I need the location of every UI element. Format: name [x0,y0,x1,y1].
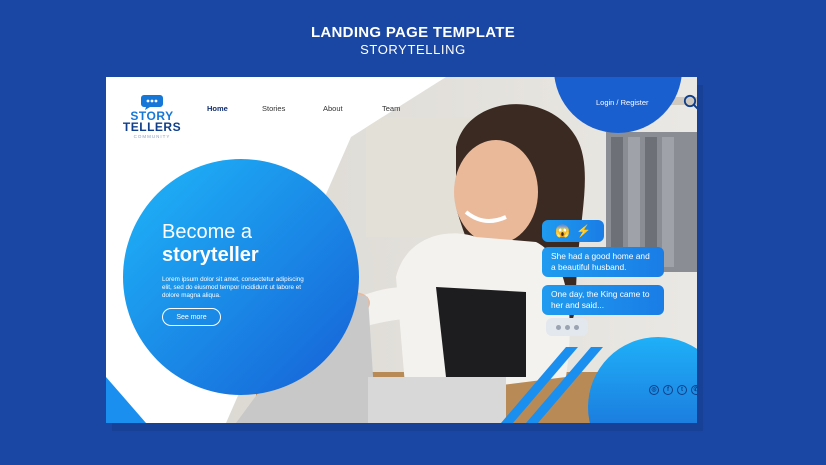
chat-bubble-icon [140,93,164,111]
logo-line-2: TELLERS [122,120,182,134]
login-register-link[interactable]: Login / Register [596,98,649,107]
hero-title: Become a storyteller [162,221,259,267]
page-heading: LANDING PAGE TEMPLATE [310,24,516,41]
chat-message-1: She had a good home and a beautiful husb… [542,247,664,277]
facebook-icon[interactable]: f [663,385,673,395]
see-more-button[interactable]: See more [162,308,221,326]
brand-logo[interactable]: STORY TELLERS COMMUNITY [120,93,184,139]
nav-team[interactable]: Team [382,104,400,113]
chat-message-2: One day, the King came to her and said..… [542,285,664,315]
instagram-icon[interactable]: ◎ [649,385,659,395]
search-icon[interactable] [682,93,697,113]
emoji-bubble: 😱 ⚡ [542,220,604,242]
hero-title-line2: storyteller [162,244,259,266]
typing-indicator [546,318,588,336]
lightning-icon: ⚡ [576,223,591,238]
hero-title-line1: Become a [162,221,253,243]
nav-about[interactable]: About [323,104,343,113]
landing-page-card: STORY TELLERS COMMUNITY Home Stories Abo… [106,77,697,423]
twitter-icon[interactable]: t [677,385,687,395]
page-subheading: STORYTELLING [360,42,466,57]
logo-tagline: COMMUNITY [133,134,171,139]
social-links: ◎ f t ✆ [649,385,697,395]
whatsapp-icon[interactable]: ✆ [691,385,697,395]
hero-description: Lorem ipsum dolor sit amet, consectetur … [162,276,304,299]
scream-emoji-icon: 😱 [555,223,570,238]
nav-stories[interactable]: Stories [262,104,285,113]
nav-home[interactable]: Home [207,104,228,113]
